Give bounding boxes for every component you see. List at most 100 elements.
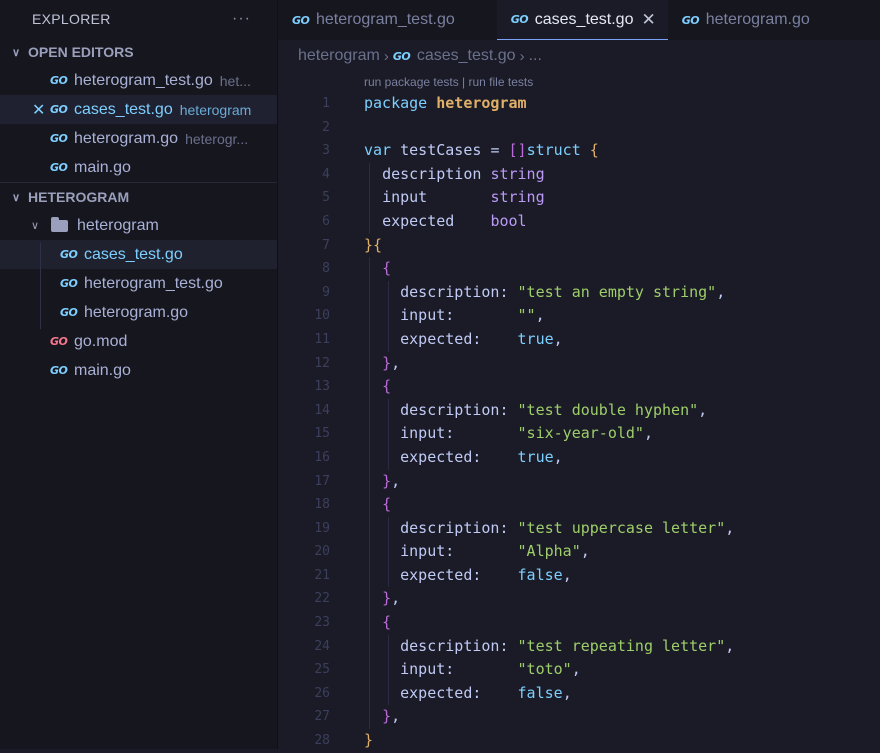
go-file-icon: GO (50, 364, 68, 377)
tab-label: heterogram_test.go (316, 11, 455, 28)
go-file-icon: GO (681, 13, 700, 27)
tab-heterogram[interactable]: GO heterogram.go (668, 0, 822, 40)
open-editor-heterogram[interactable]: GO heterogram.go heterogr... (0, 124, 277, 153)
line-number: 13 (314, 379, 330, 395)
open-editor-heterogram-test[interactable]: GO heterogram_test.go het... (0, 66, 277, 95)
open-editor-name: heterogram_test.go (74, 71, 213, 89)
string-literal: "toto" (517, 660, 572, 679)
field-type: string (490, 164, 545, 183)
line-number: 2 (322, 119, 330, 135)
code-line: 16 expected: true, (278, 445, 880, 470)
line-number: 10 (314, 308, 330, 324)
field-key: description: (400, 282, 509, 301)
field-name: input (382, 188, 428, 207)
field-name: expected (382, 211, 455, 230)
open-editors-header[interactable]: ∨ OPEN EDITORS (0, 38, 277, 66)
open-editor-desc: heterogram (179, 101, 252, 118)
go-file-icon: GO (50, 74, 68, 87)
chevron-down-icon: ∨ (12, 46, 21, 59)
file-name: go.mod (74, 332, 128, 350)
code-line: 15 input: "six-year-old", (278, 422, 880, 446)
field-key: description: (400, 518, 509, 537)
identifier: testCases (400, 141, 482, 160)
line-number: 28 (314, 733, 330, 749)
code-line: 25 input: "toto", (278, 658, 880, 682)
keyword: struct (526, 141, 581, 160)
brace: { (373, 235, 383, 254)
open-editor-desc: het... (219, 72, 251, 89)
keyword: package (364, 94, 428, 112)
chevron-down-icon: ∨ (31, 220, 40, 232)
breadcrumb-folder[interactable]: heterogram (298, 47, 380, 65)
field-key: description: (400, 400, 509, 419)
close-icon[interactable]: ✕ (641, 10, 655, 30)
folder-heterogram[interactable]: ∨ heterogram (0, 211, 277, 240)
file-main[interactable]: GO main.go (0, 356, 277, 385)
line-number: 7 (322, 237, 330, 253)
field-key: input: (400, 660, 455, 679)
line-number: 12 (314, 355, 330, 371)
file-heterogram[interactable]: GO heterogram.go (0, 298, 277, 327)
project-header[interactable]: ∨ HETEROGRAM (0, 182, 277, 211)
bool-literal: true (517, 447, 554, 466)
brace: { (589, 141, 599, 160)
code-line: 10 input: "", (278, 304, 880, 328)
open-editor-name: cases_test.go (74, 100, 173, 118)
line-number: 4 (322, 166, 330, 182)
open-editor-main[interactable]: GO main.go (0, 153, 277, 182)
operator: = (490, 141, 500, 160)
close-icon[interactable]: ✕ (32, 100, 50, 120)
code-line: 28} (278, 729, 880, 753)
go-file-icon: GO (292, 13, 310, 27)
breadcrumb-more[interactable]: ... (529, 47, 542, 65)
open-editor-cases-test[interactable]: ✕ GO cases_test.go heterogram (0, 95, 277, 124)
code-lines: 1 package heterogram 2 3 var testCases = [… (278, 92, 880, 753)
line-number: 20 (314, 544, 330, 560)
tab-heterogram-test[interactable]: GO heterogram_test.go (278, 0, 467, 40)
field-key: input: (400, 542, 455, 561)
code-line: 21 expected: false, (278, 563, 880, 588)
tab-cases-test[interactable]: GO cases_test.go ✕ (496, 0, 668, 40)
line-number: 8 (322, 261, 330, 277)
bracket: [] (508, 141, 527, 160)
line-number: 18 (314, 497, 330, 513)
code-line: 6 expected bool (278, 209, 880, 234)
chevron-right-icon: › (519, 47, 525, 65)
open-editor-desc: heterogr... (185, 130, 249, 147)
line-number: 23 (314, 615, 330, 631)
open-editor-name: heterogram.go (74, 129, 179, 147)
code-line: 20 input: "Alpha", (278, 540, 880, 564)
editor-tabs: GO heterogram_test.go GO cases_test.go ✕… (278, 0, 880, 40)
line-number: 17 (314, 473, 330, 489)
field-key: input: (400, 424, 455, 443)
more-actions-icon[interactable]: ··· (232, 10, 251, 28)
code-line: 27 }, (278, 705, 880, 730)
codelens[interactable]: run package tests | run file tests (364, 75, 533, 89)
breadcrumb-file[interactable]: cases_test.go (417, 47, 516, 65)
file-heterogram-test[interactable]: GO heterogram_test.go (0, 269, 277, 298)
line-number: 5 (322, 190, 330, 206)
file-go-mod[interactable]: GO go.mod (0, 327, 277, 356)
brace: } (364, 731, 374, 750)
file-cases-test[interactable]: GO cases_test.go (0, 240, 277, 269)
line-number: 26 (314, 685, 330, 701)
go-file-icon: GO (50, 132, 68, 145)
field-key: expected: (400, 329, 482, 348)
code-editor[interactable]: run package tests | run file tests 1 pack… (278, 72, 880, 749)
string-literal: "test an empty string" (517, 282, 717, 301)
code-line: 24 description: "test repeating letter", (278, 634, 880, 659)
field-type: string (490, 188, 545, 207)
code-line: 18 { (278, 493, 880, 517)
string-literal: "test double hyphen" (517, 400, 699, 419)
tab-label: heterogram.go (705, 11, 810, 28)
code-line: 13 { (278, 375, 880, 399)
explorer-header: EXPLORER ··· (0, 0, 277, 38)
string-literal: "" (517, 306, 536, 325)
line-number: 11 (314, 331, 330, 347)
keyword: var (364, 141, 392, 160)
open-editors-label: OPEN EDITORS (28, 44, 134, 60)
line-number: 1 (322, 96, 330, 111)
explorer-title: EXPLORER (32, 11, 111, 27)
field-key: input: (400, 306, 455, 325)
bool-literal: false (517, 683, 563, 702)
